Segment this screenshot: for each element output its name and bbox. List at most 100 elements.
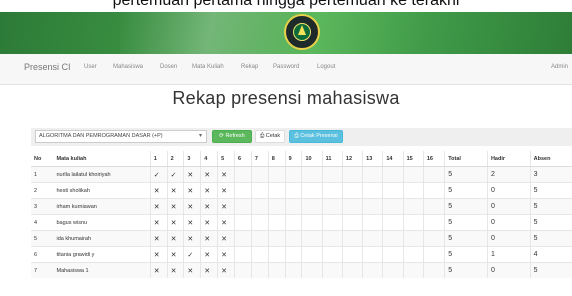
nav-item-mata-kuliah[interactable]: Mata Kuliah <box>192 64 224 70</box>
absent-cross-icon: ✕ <box>200 230 218 247</box>
student-name: hesti sholikah <box>53 182 151 199</box>
column-header: 12 <box>341 151 363 167</box>
attendance-cell <box>284 166 302 183</box>
absen-cell: 5 <box>529 214 572 231</box>
nav-item-rekap[interactable]: Rekap <box>241 64 258 70</box>
brand-link[interactable]: Presensi CI <box>24 62 71 72</box>
absent-cross-icon: ✕ <box>166 214 184 231</box>
attendance-cell <box>267 246 286 263</box>
absent-cross-icon: ✕ <box>200 182 218 199</box>
cetak-button[interactable]: ⎙ Cetak <box>255 130 285 143</box>
attendance-cell <box>341 246 363 263</box>
column-header: 9 <box>284 151 302 167</box>
student-name: bagus wisnu <box>53 214 151 231</box>
absent-cross-icon: ✕ <box>149 230 168 247</box>
attendance-cell <box>250 230 269 247</box>
attendance-cell <box>301 198 323 215</box>
attendance-cell <box>250 166 269 183</box>
row-number: 4 <box>31 214 54 231</box>
absent-cross-icon: ✕ <box>149 262 168 278</box>
attendance-cell <box>402 166 424 183</box>
hadir-cell: 0 <box>486 262 531 278</box>
attendance-cell <box>422 182 445 199</box>
absent-cross-icon: ✕ <box>217 246 235 263</box>
attendance-cell <box>422 246 445 263</box>
attendance-cell <box>382 262 404 278</box>
hadir-cell: 0 <box>486 198 531 215</box>
attendance-cell <box>362 246 383 263</box>
absent-cross-icon: ✕ <box>183 214 201 231</box>
row-number: 6 <box>31 246 54 263</box>
chevron-down-icon: ▾ <box>198 133 202 139</box>
attendance-cell <box>341 182 363 199</box>
row-number: 3 <box>31 198 54 215</box>
row-number: 1 <box>31 166 54 183</box>
absent-cross-icon: ✕ <box>166 198 184 215</box>
absen-cell: 5 <box>529 230 572 247</box>
absent-cross-icon: ✕ <box>183 230 201 247</box>
header-partial-text: pertemuan pertama hingga pertemuan ke te… <box>0 0 572 12</box>
attendance-cell <box>301 246 323 263</box>
header-banner <box>0 12 572 54</box>
nav-item-logout[interactable]: Logout <box>317 64 335 70</box>
attendance-cell <box>284 230 302 247</box>
nav-item-mahasiswa[interactable]: Mahasiswa <box>113 64 143 70</box>
table-row: 1 nurlla lailatul khoiriyah ✓ ✓ ✕ ✕ ✕ 5 2 3 <box>31 166 572 183</box>
column-header: 7 <box>250 151 269 167</box>
absent-cross-icon: ✕ <box>183 198 201 215</box>
attendance-cell <box>267 262 286 278</box>
attendance-cell <box>362 198 383 215</box>
attendance-cell <box>321 166 343 183</box>
attendance-cell <box>341 230 363 247</box>
absent-cross-icon: ✕ <box>166 262 184 278</box>
absen-cell: 5 <box>529 182 572 199</box>
attendance-cell <box>362 230 383 247</box>
absent-cross-icon: ✕ <box>217 262 235 278</box>
column-header: 16 <box>422 151 445 167</box>
nav-item-user[interactable]: User <box>84 64 97 70</box>
attendance-cell <box>250 246 269 263</box>
absent-cross-icon: ✕ <box>200 214 218 231</box>
refresh-icon: ⟳ <box>219 133 224 139</box>
absen-cell: 3 <box>529 166 572 183</box>
absent-cross-icon: ✕ <box>183 262 201 278</box>
attendance-cell <box>321 198 343 215</box>
attendance-cell <box>267 198 286 215</box>
navbar: Presensi CI User Mahasiswa Dosen Mata Ku… <box>0 54 572 85</box>
column-header: 13 <box>362 151 383 167</box>
cetak-label: Cetak <box>265 133 281 139</box>
absen-cell: 5 <box>529 262 572 278</box>
course-select-value: ALGORITMA DAN PEMROGRAMAN DASAR (+P) <box>39 133 163 139</box>
student-name: irham kurniawan <box>53 198 151 215</box>
absen-cell: 4 <box>529 246 572 263</box>
hadir-cell: 1 <box>486 246 531 263</box>
attendance-cell <box>402 214 424 231</box>
attendance-cell <box>382 166 404 183</box>
table-row: 5 ida khumairah ✕ ✕ ✕ ✕ ✕ 5 0 5 <box>31 230 572 247</box>
attendance-cell <box>402 198 424 215</box>
attendance-cell <box>284 198 302 215</box>
student-name: titania grawidi y <box>53 246 151 263</box>
attendance-cell <box>250 182 269 199</box>
absent-cross-icon: ✕ <box>149 198 168 215</box>
attendance-cell <box>321 246 343 263</box>
refresh-button[interactable]: ⟳ Refresh <box>212 130 252 143</box>
attendance-cell <box>362 214 383 231</box>
nav-user-admin[interactable]: Admin <box>551 64 568 70</box>
cetak-presensi-button[interactable]: ⎙ Cetak Presensi <box>289 130 343 143</box>
column-header: 15 <box>402 151 424 167</box>
column-header: No <box>31 151 54 167</box>
total-cell: 5 <box>444 182 488 199</box>
nav-item-dosen[interactable]: Dosen <box>160 64 177 70</box>
absent-cross-icon: ✕ <box>200 262 218 278</box>
attendance-cell <box>321 214 343 231</box>
total-cell: 5 <box>444 262 488 278</box>
attendance-cell <box>422 166 445 183</box>
attendance-cell <box>341 166 363 183</box>
column-header: 4 <box>200 151 218 167</box>
attendance-cell <box>234 182 252 199</box>
course-select[interactable]: ALGORITMA DAN PEMROGRAMAN DASAR (+P) ▾ <box>35 130 207 143</box>
nav-item-password[interactable]: Password <box>273 64 299 70</box>
total-cell: 5 <box>444 214 488 231</box>
hadir-cell: 0 <box>486 214 531 231</box>
